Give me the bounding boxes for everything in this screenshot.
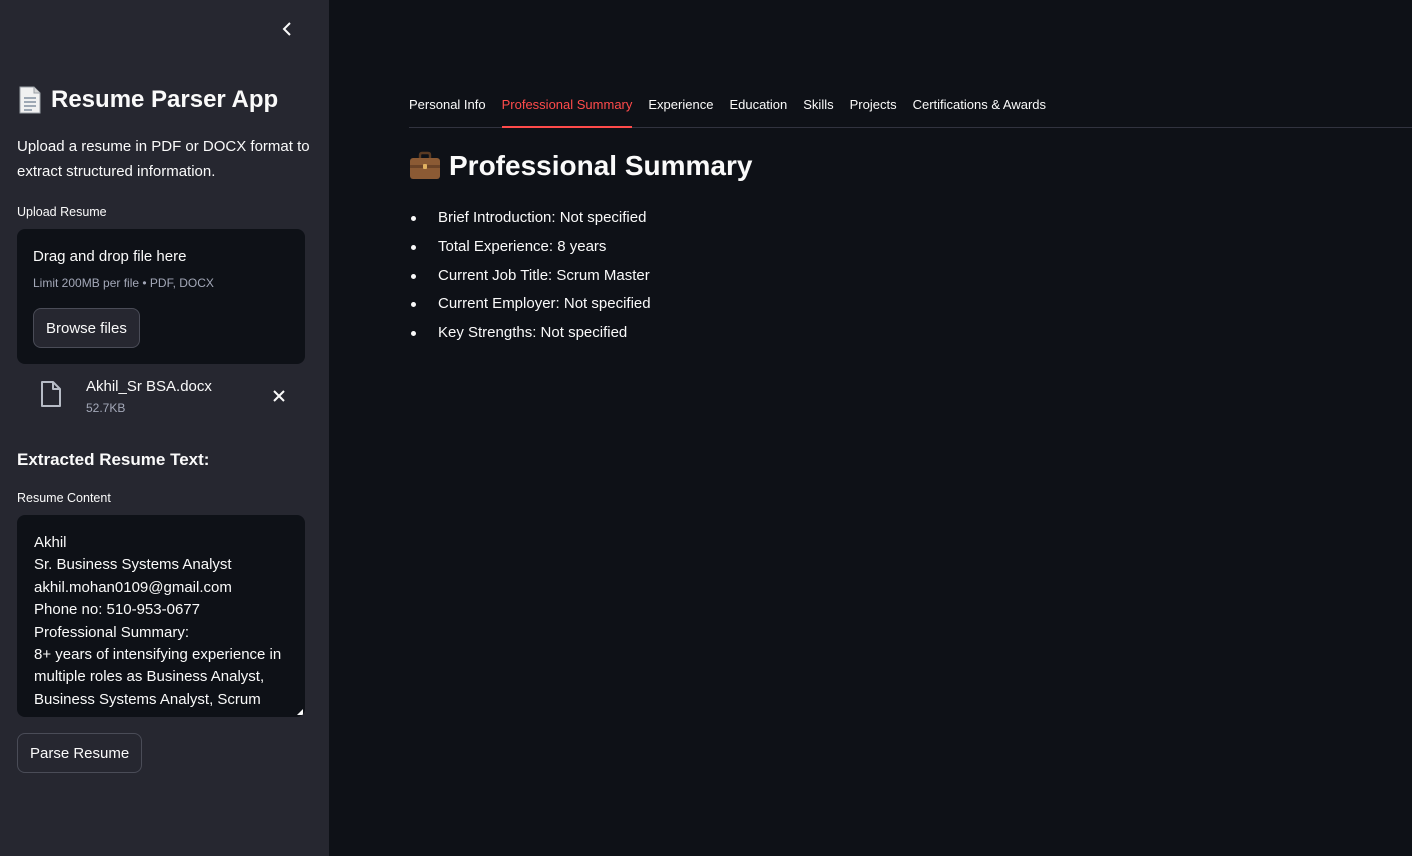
tab-bar: Personal Info Professional Summary Exper… (409, 92, 1412, 128)
resume-content-textarea[interactable]: Akhil Sr. Business Systems Analyst akhil… (17, 515, 305, 717)
resume-content-text: Akhil Sr. Business Systems Analyst akhil… (34, 534, 282, 708)
resize-handle[interactable] (297, 709, 303, 715)
app-title-text: Resume Parser App (51, 86, 279, 113)
file-dropzone[interactable]: Drag and drop file here Limit 200MB per … (17, 229, 305, 364)
close-icon (273, 390, 285, 402)
tab-professional-summary[interactable]: Professional Summary (501, 92, 633, 128)
summary-item-brief-introduction: Brief Introduction: Not specified (409, 204, 651, 233)
sidebar: Resume Parser App Upload a resume in PDF… (0, 0, 329, 856)
browse-files-button[interactable]: Browse files (33, 308, 140, 348)
section-title-text: Professional Summary (449, 150, 753, 181)
file-outline-icon (41, 381, 61, 407)
chevron-left-icon (282, 22, 291, 36)
collapse-sidebar-button[interactable] (276, 18, 298, 40)
tab-certifications-awards[interactable]: Certifications & Awards (913, 92, 1046, 126)
summary-item-current-employer: Current Employer: Not specified (409, 290, 651, 319)
remove-file-button[interactable] (269, 386, 289, 406)
tab-skills[interactable]: Skills (803, 92, 833, 126)
parse-resume-button[interactable]: Parse Resume (17, 733, 143, 773)
tab-projects[interactable]: Projects (850, 92, 897, 126)
summary-item-total-experience: Total Experience: 8 years (409, 233, 651, 262)
summary-item-key-strengths: Key Strengths: Not specified (409, 319, 651, 348)
extracted-text-heading: Extracted Resume Text: (17, 450, 210, 469)
uploaded-file-item: Akhil_Sr BSA.docx 52.7KB (17, 372, 305, 420)
file-name: Akhil_Sr BSA.docx (86, 378, 212, 395)
dropzone-title: Drag and drop file here (33, 248, 187, 265)
tab-personal-info[interactable]: Personal Info (409, 92, 486, 126)
file-size: 52.7KB (86, 401, 126, 415)
section-title: Professional Summary (409, 150, 752, 182)
app-root: Resume Parser App Upload a resume in PDF… (0, 0, 1412, 856)
page-document-icon (19, 86, 41, 114)
tab-education[interactable]: Education (729, 92, 787, 126)
upload-label: Upload Resume (17, 205, 107, 219)
app-description: Upload a resume in PDF or DOCX format to… (17, 138, 310, 180)
briefcase-icon (410, 151, 440, 179)
resume-content-label: Resume Content (17, 491, 111, 505)
summary-item-current-job-title: Current Job Title: Scrum Master (409, 262, 651, 291)
dropzone-limit: Limit 200MB per file • PDF, DOCX (33, 276, 214, 290)
tab-experience[interactable]: Experience (648, 92, 713, 126)
app-title: Resume Parser App (17, 86, 278, 114)
summary-list: Brief Introduction: Not specified Total … (409, 204, 651, 348)
